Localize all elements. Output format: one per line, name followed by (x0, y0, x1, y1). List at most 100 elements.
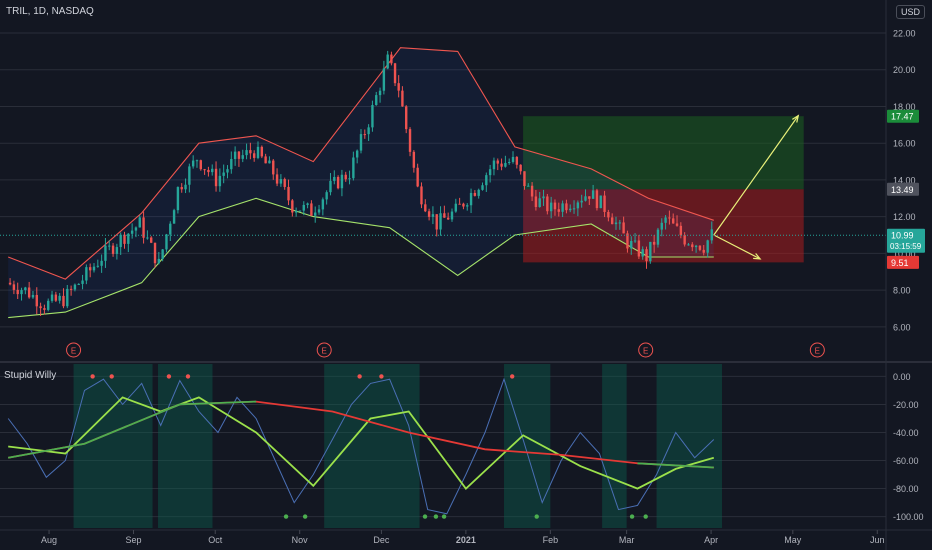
candle-body (314, 212, 317, 216)
candle-body (641, 249, 644, 257)
current-price-label: 10.99 (891, 231, 914, 241)
candle-body (534, 196, 538, 208)
signal-zone (656, 364, 722, 528)
candle-body (27, 287, 31, 298)
indicator-title[interactable]: Stupid Willy (4, 370, 56, 381)
candle-body (306, 203, 309, 205)
signal-zone (602, 364, 627, 528)
candle-body (336, 176, 340, 189)
candle-body (588, 196, 591, 199)
candle-body (397, 83, 400, 91)
candle-body (446, 217, 450, 220)
time-tick-label: May (784, 535, 802, 545)
candle-body (264, 156, 267, 164)
candle-body (130, 230, 134, 234)
candle-body (477, 189, 480, 196)
candle-body (576, 202, 580, 209)
candle-body (340, 174, 344, 189)
candle-body (77, 283, 80, 285)
candle-body (519, 164, 522, 172)
price-tick-label: 8.00 (893, 286, 911, 296)
price-tick-label: 12.00 (893, 212, 916, 222)
candle-body (8, 282, 12, 285)
overbought-dot (357, 374, 362, 379)
candle-body (50, 294, 54, 301)
candle-body (218, 175, 222, 187)
candle-body (230, 159, 233, 170)
candle-body (279, 179, 283, 184)
candle-body (530, 185, 534, 197)
time-tick-label: Aug (41, 535, 57, 545)
candle-body (302, 204, 305, 211)
candle-body (165, 234, 168, 250)
candle-body (610, 217, 614, 225)
candle-body (268, 160, 271, 164)
candle-body (283, 179, 286, 187)
candle-body (367, 127, 370, 135)
candle-body (561, 203, 564, 212)
candle-body (104, 245, 107, 261)
candle-body (401, 90, 404, 107)
candle-body (54, 294, 58, 301)
candle-body (214, 168, 218, 187)
candle-body (191, 160, 195, 167)
candle-body (668, 217, 671, 219)
candle-body (184, 184, 187, 190)
candle-body (134, 227, 138, 231)
candle-body (580, 200, 583, 203)
candle-body (633, 240, 637, 242)
candle-body (237, 151, 241, 159)
candle-body (649, 241, 652, 262)
candle-body (698, 245, 702, 250)
bollinger-bands (8, 47, 714, 319)
candle-body (607, 211, 610, 218)
candle-body (591, 190, 595, 199)
indicator-tick-label: -80.00 (893, 484, 919, 494)
currency-button[interactable]: USD (896, 5, 926, 19)
signal-zone (73, 364, 153, 528)
candle-body (630, 241, 633, 249)
time-tick-label: Dec (373, 535, 390, 545)
price-tick-label: 22.00 (893, 29, 916, 39)
candle-body (146, 237, 149, 239)
candle-body (454, 203, 458, 212)
price-tick-label: 20.00 (893, 65, 916, 75)
time-tick-label: Feb (543, 535, 559, 545)
candle-body (272, 160, 275, 175)
candle-body (294, 210, 298, 213)
candle-body (393, 63, 397, 84)
chart-canvas[interactable]: 22.0020.0018.0016.0014.0012.0010.008.006… (0, 0, 932, 550)
candle-body (515, 156, 519, 165)
candle-body (549, 202, 553, 212)
price-tick-label: 6.00 (893, 322, 911, 332)
indicator-tick-label: 0.00 (893, 372, 911, 382)
candle-body (333, 176, 336, 181)
candle-body (24, 287, 27, 291)
candle-body (508, 161, 511, 163)
candle-body (469, 192, 473, 206)
earnings-marker-label: E (643, 347, 648, 356)
candle-body (706, 240, 709, 253)
candle-body (656, 229, 660, 245)
indicator-tick-label: -60.00 (893, 456, 919, 466)
candle-body (390, 54, 393, 64)
candle-body (20, 290, 23, 295)
candle-body (378, 90, 382, 96)
candle-body (43, 308, 46, 310)
candle-body (291, 200, 294, 213)
candle-body (458, 203, 461, 205)
candle-body (287, 186, 290, 201)
candle-body (622, 222, 625, 234)
candle-body (691, 244, 694, 248)
candle-body (344, 174, 347, 180)
time-tick-label: Jun (870, 535, 885, 545)
candle-body (180, 187, 183, 190)
candle-body (69, 288, 73, 290)
time-tick-label: 2021 (456, 535, 476, 545)
candle-body (382, 68, 386, 91)
candle-body (256, 146, 260, 158)
candle-body (523, 171, 526, 187)
oversold-dot (433, 514, 439, 519)
indicator-pane (7, 364, 722, 528)
candle-body (416, 167, 419, 187)
